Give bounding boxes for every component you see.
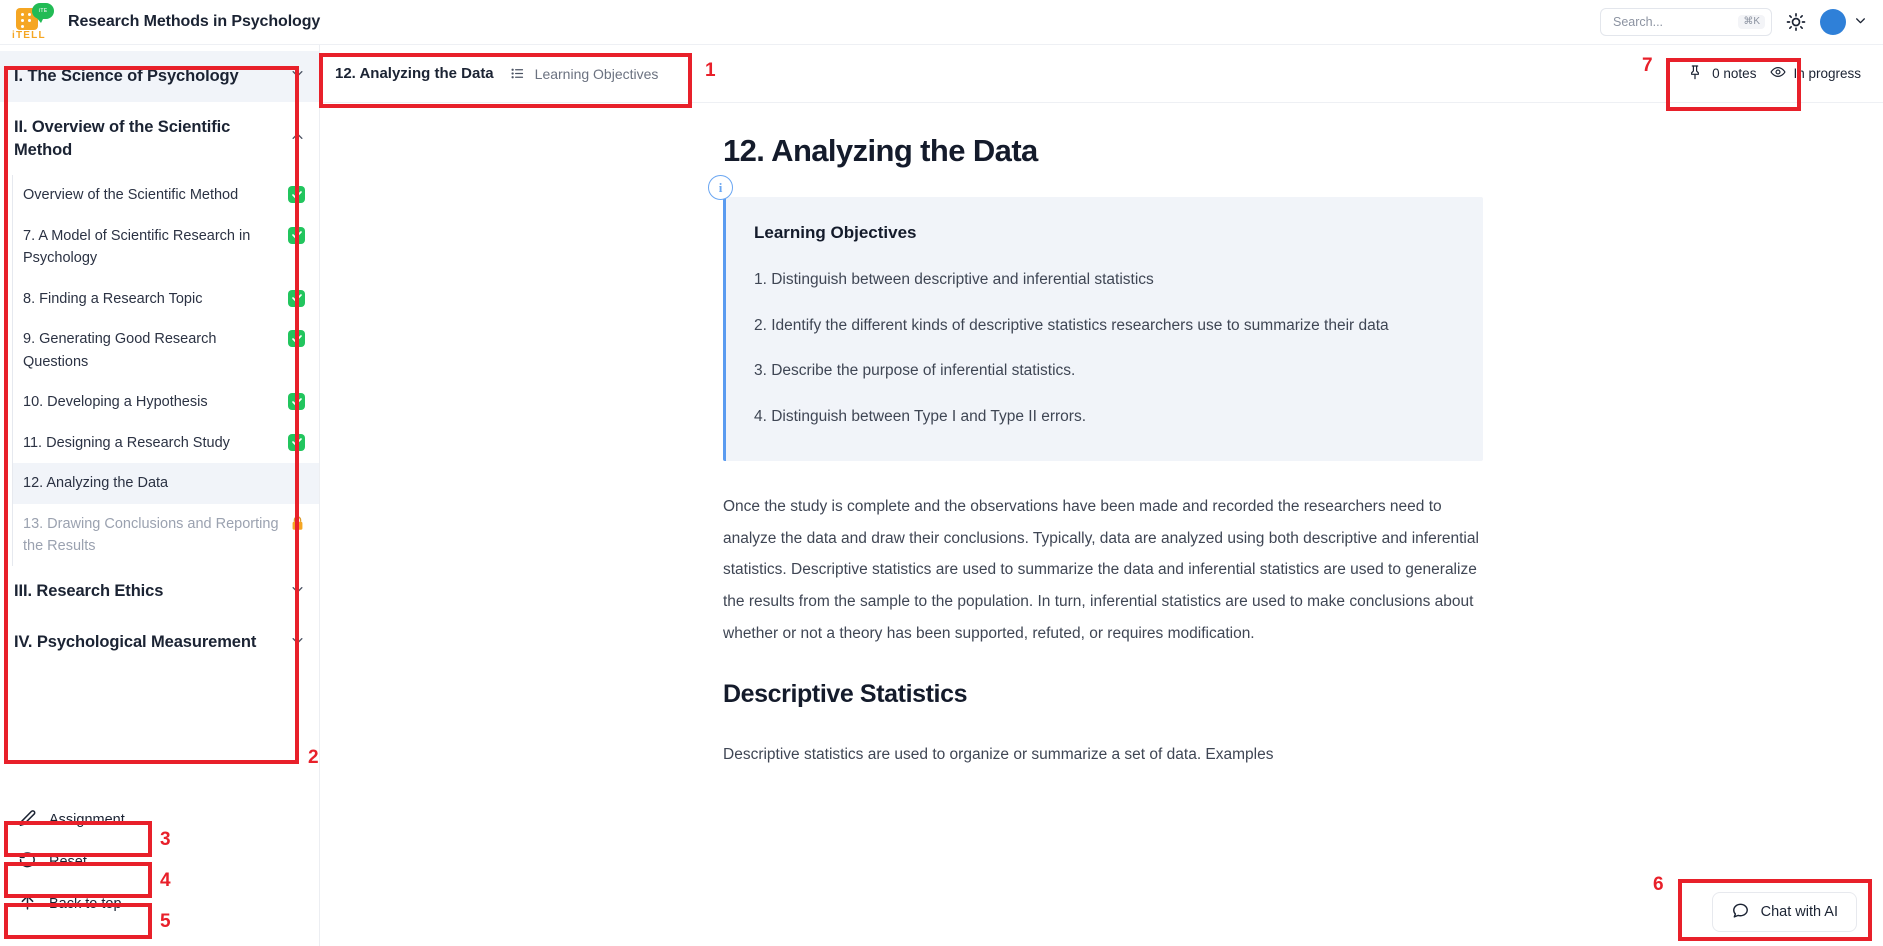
sidebar-item-9-generating-good-research-questions[interactable]: 9. Generating Good Research Questions [13,319,319,382]
sidebar-section-ii[interactable]: II. Overview of the Scientific Method [0,102,319,176]
brand[interactable]: iTE iTELL Research Methods in Psychology [0,2,320,42]
sidebar-item-12-analyzing-the-data[interactable]: 12. Analyzing the Data [13,463,319,504]
check-icon [288,393,305,411]
section-heading-descriptive-statistics: Descriptive Statistics [723,680,968,709]
sidebar-section-iii[interactable]: III. Research Ethics [0,566,319,617]
notes-count-label: 0 notes [1712,66,1757,81]
assignment-button[interactable]: Assignment [12,804,307,836]
app-title: Research Methods in Psychology [68,13,321,30]
assignment-label: Assignment [49,812,125,828]
info-icon[interactable]: i [708,175,733,200]
pin-icon [1687,64,1703,83]
pencil-icon [18,809,37,832]
sidebar-item-label: 13. Drawing Conclusions and Reporting th… [23,515,279,554]
check-icon [288,433,305,451]
article: 12. Analyzing the Data i Learning Object… [321,103,1883,946]
notes-button[interactable]: 0 notes [1687,64,1756,83]
reset-label: Reset [49,854,87,870]
sidebar-section-iv[interactable]: IV. Psychological Measurement [0,617,319,668]
sidebar-item-label: 8. Finding a Research Topic [23,290,203,307]
learning-objectives-callout: i Learning Objectives 1. Distinguish bet… [708,175,1483,461]
chat-with-ai-button[interactable]: Chat with AI [1711,892,1857,932]
check-icon [288,330,305,348]
sidebar-item-label: 7. A Model of Scientific Research in Psy… [23,227,251,267]
sidebar-item-10-developing-hypothesis[interactable]: 10. Developing a Hypothesis [13,382,319,422]
check-icon [288,186,305,204]
chevron-down-icon[interactable] [1854,14,1867,30]
eye-icon [1770,64,1786,83]
table-of-contents: I. The Science of Psychology II. Overvie… [0,45,319,798]
arrow-up-icon [18,893,37,916]
sidebar-section-label: II. Overview of the Scientific Method [14,117,231,159]
chevron-down-icon[interactable] [290,582,305,602]
sidebar-item-11-designing-research-study[interactable]: 11. Designing a Research Study [13,423,319,463]
chevron-down-icon[interactable] [290,66,305,86]
intro-paragraph: Once the study is complete and the obser… [723,497,1479,643]
reset-button[interactable]: Reset [12,846,307,878]
search-input[interactable]: Search... ⌘K [1600,8,1772,36]
logo-bubble-text: iTE [38,8,48,14]
sidebar-section-label: III. Research Ethics [14,582,164,601]
sidebar-item-label: 10. Developing a Hypothesis [23,394,208,411]
page-status-bar: 0 notes In progress [1687,64,1883,83]
list-icon [510,66,525,81]
top-bar: iTE iTELL Research Methods in Psychology… [0,0,1883,45]
logo-speech-bubble-icon: iTE [32,3,54,23]
back-to-top-button[interactable]: Back to top [12,888,307,920]
top-bar-controls: Search... ⌘K [1600,8,1883,36]
sidebar-item-overview-scientific-method[interactable]: Overview of the Scientific Method [13,175,319,215]
objective-item: 4. Distinguish between Type I and Type I… [754,407,1087,425]
status-label: In progress [1793,66,1861,81]
sidebar-item-13-drawing-conclusions[interactable]: 13. Drawing Conclusions and Reporting th… [13,504,319,567]
search-shortcut-badge: ⌘K [1738,15,1765,29]
article-inner: 12. Analyzing the Data i Learning Object… [708,133,1483,771]
objective-item: 1. Distinguish between descriptive and i… [754,271,1154,288]
objective-item: 3. Describe the purpose of inferential s… [754,362,1076,380]
sidebar-item-label: 11. Designing a Research Study [23,434,230,451]
user-menu[interactable] [1820,9,1846,35]
chevron-up-icon[interactable] [290,129,305,149]
callout-heading: Learning Objectives [754,223,917,242]
app-root: iTE iTELL Research Methods in Psychology… [0,0,1883,946]
sun-icon[interactable] [1786,12,1806,32]
sidebar-item-label: 12. Analyzing the Data [23,475,169,492]
sidebar-section-ii-items: Overview of the Scientific Method 7. A M… [12,175,319,567]
objective-item: 2. Identify the different kinds of descr… [754,316,1389,334]
sidebar-section-label: IV. Psychological Measurement [14,633,257,652]
sidebar-item-8-finding-research-topic[interactable]: 8. Finding a Research Topic [13,279,319,319]
sidebar-actions: Assignment Reset Back to top [0,798,319,946]
section-paragraph: Descriptive statistics are used to organ… [723,746,1274,764]
status-badge: In progress [1770,64,1861,83]
chevron-down-icon[interactable] [290,633,305,653]
sidebar-section-i[interactable]: I. The Science of Psychology [0,51,319,102]
sidebar-item-label: 9. Generating Good Research Questions [23,331,217,370]
lock-icon [290,515,305,532]
content-area: 12. Analyzing the Data Learning Objectiv… [321,45,1883,946]
avatar[interactable] [1820,9,1846,35]
sidebar-item-7-model-scientific-research[interactable]: 7. A Model of Scientific Research in Psy… [13,216,319,279]
sidebar: I. The Science of Psychology II. Overvie… [0,45,320,946]
page-title: 12. Analyzing the Data [723,133,1038,168]
breadcrumb-main[interactable]: 12. Analyzing the Data [335,65,494,82]
sidebar-section-label: I. The Science of Psychology [14,67,239,85]
search-placeholder: Search... [1613,15,1664,29]
chat-with-ai-label: Chat with AI [1760,904,1838,920]
itell-logo: iTE iTELL [10,2,56,42]
sidebar-item-label: Overview of the Scientific Method [23,187,239,204]
rotate-ccw-icon [18,851,37,874]
back-to-top-label: Back to top [49,896,122,912]
chat-bubble-icon [1731,901,1750,924]
breadcrumb-sub[interactable]: Learning Objectives [535,66,659,82]
check-icon [288,226,305,244]
check-icon [288,289,305,307]
logo-wordmark: iTELL [12,30,46,41]
breadcrumb: 12. Analyzing the Data Learning Objectiv… [321,45,1883,103]
